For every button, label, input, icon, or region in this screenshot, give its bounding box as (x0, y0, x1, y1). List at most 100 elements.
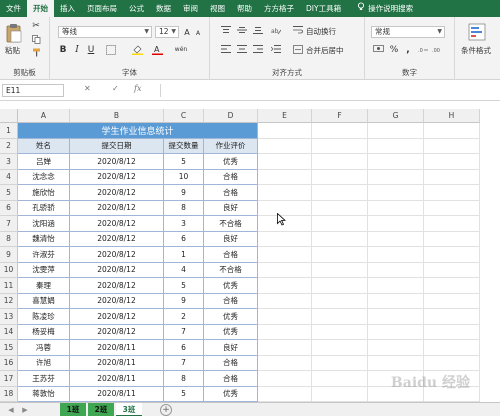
empty-cell[interactable] (368, 231, 424, 247)
tab-home[interactable]: 开始 (27, 0, 54, 17)
empty-cell[interactable] (258, 371, 312, 387)
empty-cell[interactable] (368, 185, 424, 201)
column-header-h[interactable]: H (424, 109, 480, 123)
copy-icon[interactable] (30, 34, 42, 44)
table-cell[interactable]: 优秀 (204, 278, 258, 294)
table-cell[interactable]: 2020/8/11 (70, 340, 164, 356)
empty-cell[interactable] (424, 293, 480, 309)
empty-cell[interactable] (368, 262, 424, 278)
table-cell[interactable]: 许淑芬 (18, 247, 70, 263)
table-header-cell[interactable]: 姓名 (18, 138, 70, 154)
row-header[interactable]: 11 (0, 278, 18, 294)
empty-cell[interactable] (258, 262, 312, 278)
empty-cell[interactable] (258, 247, 312, 263)
tab-review[interactable]: 审阅 (177, 0, 204, 17)
row-header[interactable]: 3 (0, 154, 18, 170)
empty-cell[interactable] (258, 123, 312, 139)
column-header-c[interactable]: C (164, 109, 204, 123)
empty-cell[interactable] (424, 340, 480, 356)
table-cell[interactable]: 许旭 (18, 355, 70, 371)
empty-cell[interactable] (368, 138, 424, 154)
table-cell[interactable]: 3 (164, 216, 204, 232)
table-cell[interactable]: 优秀 (204, 309, 258, 325)
empty-cell[interactable] (312, 247, 368, 263)
wrap-text-icon[interactable] (292, 25, 304, 35)
row-header[interactable]: 17 (0, 371, 18, 387)
font-name-select[interactable]: 等线 ▼ (58, 26, 152, 38)
table-cell[interactable]: 秦理 (18, 278, 70, 294)
table-cell[interactable]: 吕婵 (18, 154, 70, 170)
empty-cell[interactable] (424, 262, 480, 278)
empty-cell[interactable] (312, 293, 368, 309)
conditional-format-icon[interactable] (467, 22, 487, 42)
align-top-icon[interactable] (220, 25, 232, 35)
empty-cell[interactable] (424, 216, 480, 232)
table-cell[interactable]: 优秀 (204, 386, 258, 402)
row-header[interactable]: 13 (0, 309, 18, 325)
empty-cell[interactable] (424, 138, 480, 154)
table-cell[interactable]: 2020/8/12 (70, 154, 164, 170)
merge-center-icon[interactable] (292, 44, 304, 54)
tab-data[interactable]: 数据 (150, 0, 177, 17)
table-cell[interactable]: 魏清怡 (18, 231, 70, 247)
tab-view[interactable]: 视图 (204, 0, 231, 17)
sheet-tab-class-2[interactable]: 2班 (88, 403, 114, 416)
table-cell[interactable]: 合格 (204, 247, 258, 263)
empty-cell[interactable] (258, 231, 312, 247)
empty-cell[interactable] (368, 309, 424, 325)
table-cell[interactable]: 2020/8/12 (70, 169, 164, 185)
empty-cell[interactable] (424, 247, 480, 263)
row-header[interactable]: 8 (0, 231, 18, 247)
table-cell[interactable]: 2020/8/12 (70, 185, 164, 201)
table-cell[interactable]: 7 (164, 324, 204, 340)
empty-cell[interactable] (258, 278, 312, 294)
table-header-cell[interactable]: 提交日期 (70, 138, 164, 154)
empty-cell[interactable] (312, 278, 368, 294)
table-cell[interactable]: 沈念念 (18, 169, 70, 185)
row-header[interactable]: 2 (0, 138, 18, 154)
tab-formulas[interactable]: 公式 (123, 0, 150, 17)
empty-cell[interactable] (368, 216, 424, 232)
table-cell[interactable]: 6 (164, 340, 204, 356)
table-cell[interactable]: 2020/8/12 (70, 247, 164, 263)
empty-cell[interactable] (424, 154, 480, 170)
table-cell[interactable]: 9 (164, 293, 204, 309)
table-cell[interactable]: 蒋敦怡 (18, 386, 70, 402)
table-cell[interactable]: 2020/8/12 (70, 231, 164, 247)
fill-color-icon[interactable] (130, 44, 144, 55)
table-cell[interactable]: 沈雯萍 (18, 262, 70, 278)
column-header-f[interactable]: F (312, 109, 368, 123)
empty-cell[interactable] (424, 309, 480, 325)
row-header[interactable]: 18 (0, 386, 18, 402)
grow-font-icon[interactable]: A (182, 26, 192, 38)
empty-cell[interactable] (258, 185, 312, 201)
empty-cell[interactable] (368, 123, 424, 139)
empty-cell[interactable] (312, 123, 368, 139)
scroll-right-icon[interactable]: ▶ (20, 405, 30, 415)
table-cell[interactable]: 2020/8/12 (70, 278, 164, 294)
empty-cell[interactable] (312, 355, 368, 371)
table-cell[interactable]: 2020/8/11 (70, 355, 164, 371)
table-cell[interactable]: 沈阳涵 (18, 216, 70, 232)
paste-button-label[interactable]: 粘贴 (5, 45, 20, 56)
empty-cell[interactable] (312, 169, 368, 185)
table-cell[interactable]: 王苏芬 (18, 371, 70, 387)
table-cell[interactable]: 2020/8/11 (70, 371, 164, 387)
tab-file[interactable]: 文件 (0, 0, 27, 17)
empty-cell[interactable] (258, 355, 312, 371)
table-cell[interactable]: 优秀 (204, 154, 258, 170)
table-cell[interactable]: 孔骄骄 (18, 200, 70, 216)
empty-cell[interactable] (424, 324, 480, 340)
conditional-format-label[interactable]: 条件格式 (461, 45, 491, 56)
bold-button[interactable]: B (58, 44, 68, 55)
empty-cell[interactable] (312, 231, 368, 247)
empty-cell[interactable] (312, 324, 368, 340)
align-left-icon[interactable] (220, 44, 232, 54)
table-cell[interactable]: 良好 (204, 340, 258, 356)
column-header-e[interactable]: E (258, 109, 312, 123)
column-header-a[interactable]: A (18, 109, 70, 123)
empty-cell[interactable] (312, 386, 368, 402)
table-cell[interactable]: 2 (164, 309, 204, 325)
scroll-left-icon[interactable]: ◀ (6, 405, 16, 415)
table-cell[interactable]: 5 (164, 278, 204, 294)
